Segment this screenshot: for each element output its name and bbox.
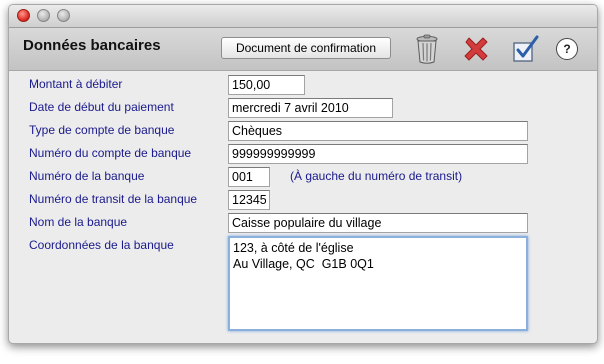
transit-number-field[interactable] <box>228 190 270 210</box>
checkmark-icon[interactable] <box>509 33 541 65</box>
amount-field[interactable] <box>228 75 305 95</box>
trash-icon[interactable] <box>411 33 443 65</box>
amount-label: Montant à débiter <box>29 77 123 91</box>
title-bar <box>9 5 597 28</box>
bank-address-textarea[interactable]: 123, à côté de l'église Au Village, QC G… <box>228 236 528 331</box>
close-window-button[interactable] <box>17 9 30 22</box>
delete-x-icon[interactable] <box>460 33 492 65</box>
transit-number-label: Numéro de transit de la banque <box>29 192 198 206</box>
account-type-label: Type de compte de banque <box>29 123 175 137</box>
payment-start-date-field[interactable] <box>228 98 393 118</box>
account-number-field[interactable] <box>228 144 528 164</box>
bank-number-field[interactable] <box>228 167 270 187</box>
account-number-label: Numéro du compte de banque <box>29 146 192 160</box>
header-toolbar: Données bancaires Document de confirmati… <box>9 28 597 71</box>
account-type-field[interactable] <box>228 121 528 141</box>
minimize-window-button[interactable] <box>37 9 50 22</box>
bank-number-label: Numéro de la banque <box>29 169 145 183</box>
page-title: Données bancaires <box>23 37 161 54</box>
bank-name-label: Nom de la banque <box>29 215 128 229</box>
bank-address-label: Coordonnées de la banque <box>29 238 174 252</box>
bank-form: Montant à débiter Date de début du paiem… <box>9 71 597 343</box>
bank-details-window: Données bancaires Document de confirmati… <box>8 4 598 344</box>
bank-number-hint: (À gauche du numéro de transit) <box>290 169 463 183</box>
bank-name-field[interactable] <box>228 213 528 233</box>
confirmation-document-button[interactable]: Document de confirmation <box>221 37 391 59</box>
payment-start-date-label: Date de début du paiement <box>29 100 174 114</box>
zoom-window-button[interactable] <box>57 9 70 22</box>
help-icon[interactable]: ? <box>556 38 578 60</box>
help-glyph: ? <box>563 42 571 56</box>
